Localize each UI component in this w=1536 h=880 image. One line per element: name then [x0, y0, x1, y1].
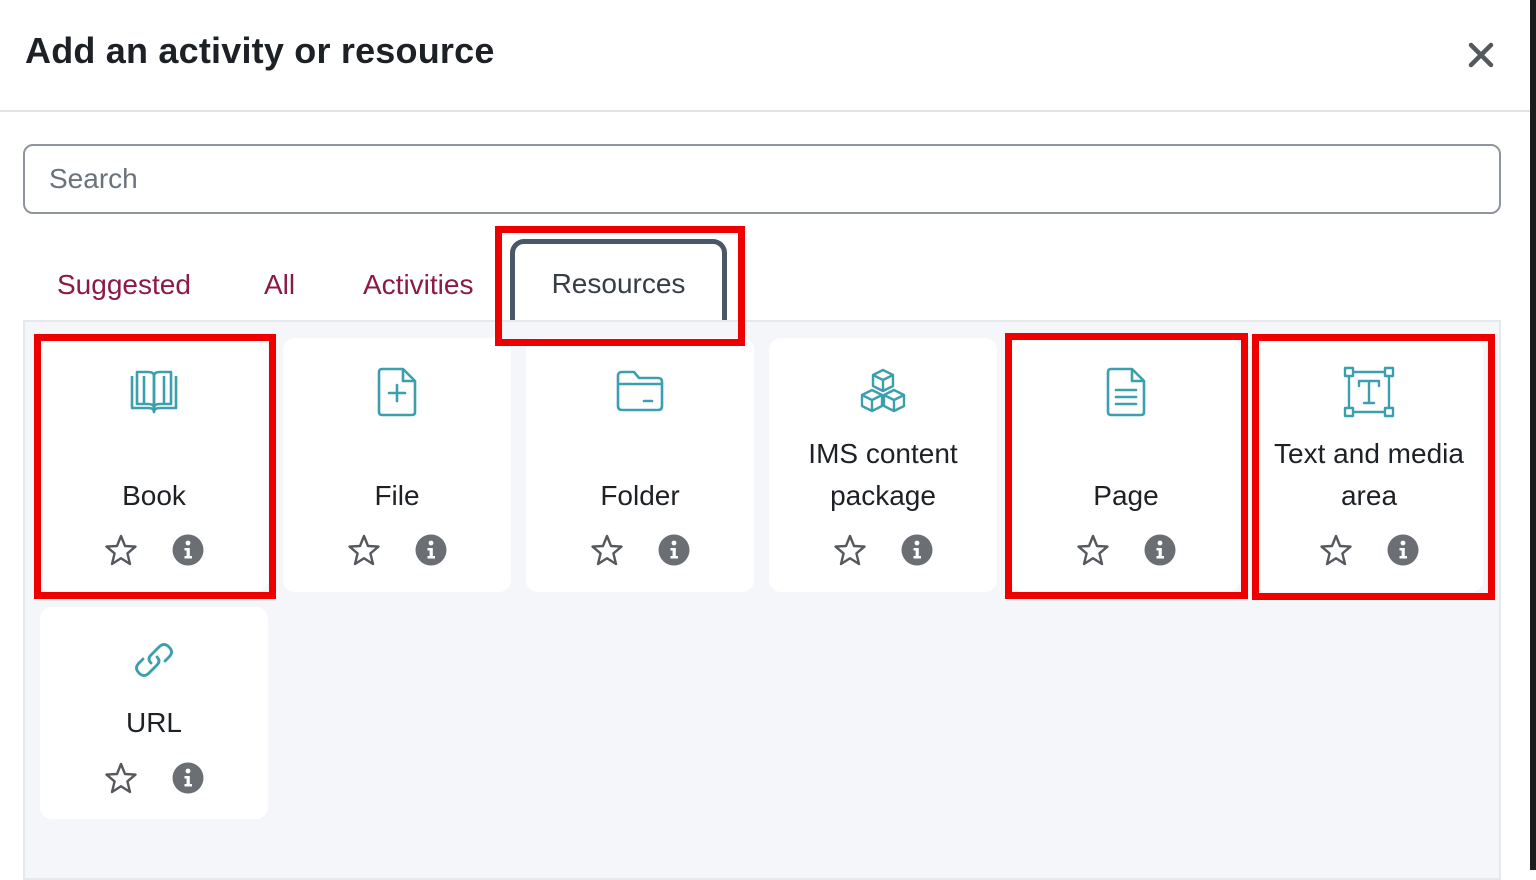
star-icon[interactable] [590, 533, 624, 567]
resource-card-label: File [374, 480, 420, 511]
star-icon[interactable] [104, 533, 138, 567]
modal-title: Add an activity or resource [25, 30, 495, 71]
info-icon[interactable] [901, 534, 933, 566]
page-icon [1106, 367, 1146, 417]
info-icon[interactable] [415, 534, 447, 566]
star-icon[interactable] [347, 533, 381, 567]
resource-card-label: package [830, 480, 936, 511]
resource-card-ims-content-package[interactable]: IMS content package [769, 338, 997, 592]
cubes-icon [860, 368, 906, 413]
modal-header: Add an activity or resource [0, 0, 1530, 112]
star-icon[interactable] [1319, 533, 1353, 567]
star-icon[interactable] [104, 761, 138, 795]
window-edge [1530, 0, 1536, 870]
info-icon[interactable] [1144, 534, 1176, 566]
search-input[interactable] [25, 146, 1499, 212]
info-icon[interactable] [172, 534, 204, 566]
resource-card-folder[interactable]: Folder [526, 338, 754, 592]
file-plus-icon [377, 367, 417, 417]
info-icon[interactable] [658, 534, 690, 566]
resource-card-text-and-media-area[interactable]: Text and media area [1255, 338, 1483, 592]
resource-card-label: Folder [600, 480, 680, 511]
tab-resources[interactable]: Resources [510, 239, 727, 328]
resource-card-label-line1: IMS content [808, 438, 958, 469]
resource-card-label: area [1340, 480, 1398, 511]
activity-chooser-modal: Add an activity or resource Suggested Al… [0, 0, 1530, 880]
close-icon [1468, 42, 1494, 68]
tab-suggested[interactable]: Suggested [57, 262, 191, 308]
resource-card-label: URL [125, 707, 182, 738]
search-field[interactable] [23, 144, 1501, 214]
close-button[interactable] [1462, 36, 1500, 74]
resource-card-label: Page [1093, 480, 1159, 511]
tab-all[interactable]: All [264, 262, 295, 308]
book-icon [130, 370, 178, 414]
star-icon[interactable] [1076, 533, 1110, 567]
resource-card-url[interactable]: URL [40, 607, 268, 819]
resource-card-label-line1: Text and media [1274, 438, 1464, 469]
resource-card-book[interactable]: Book [40, 338, 268, 592]
tab-activities[interactable]: Activities [363, 262, 473, 308]
resource-card-page[interactable]: Page [1012, 338, 1240, 592]
info-icon[interactable] [172, 762, 204, 794]
link-icon [135, 643, 173, 677]
text-area-icon [1343, 366, 1395, 418]
resource-card-label: Book [122, 480, 186, 511]
info-icon[interactable] [1387, 534, 1419, 566]
resource-card-file[interactable]: File [283, 338, 511, 592]
folder-icon [616, 370, 664, 412]
star-icon[interactable] [833, 533, 867, 567]
